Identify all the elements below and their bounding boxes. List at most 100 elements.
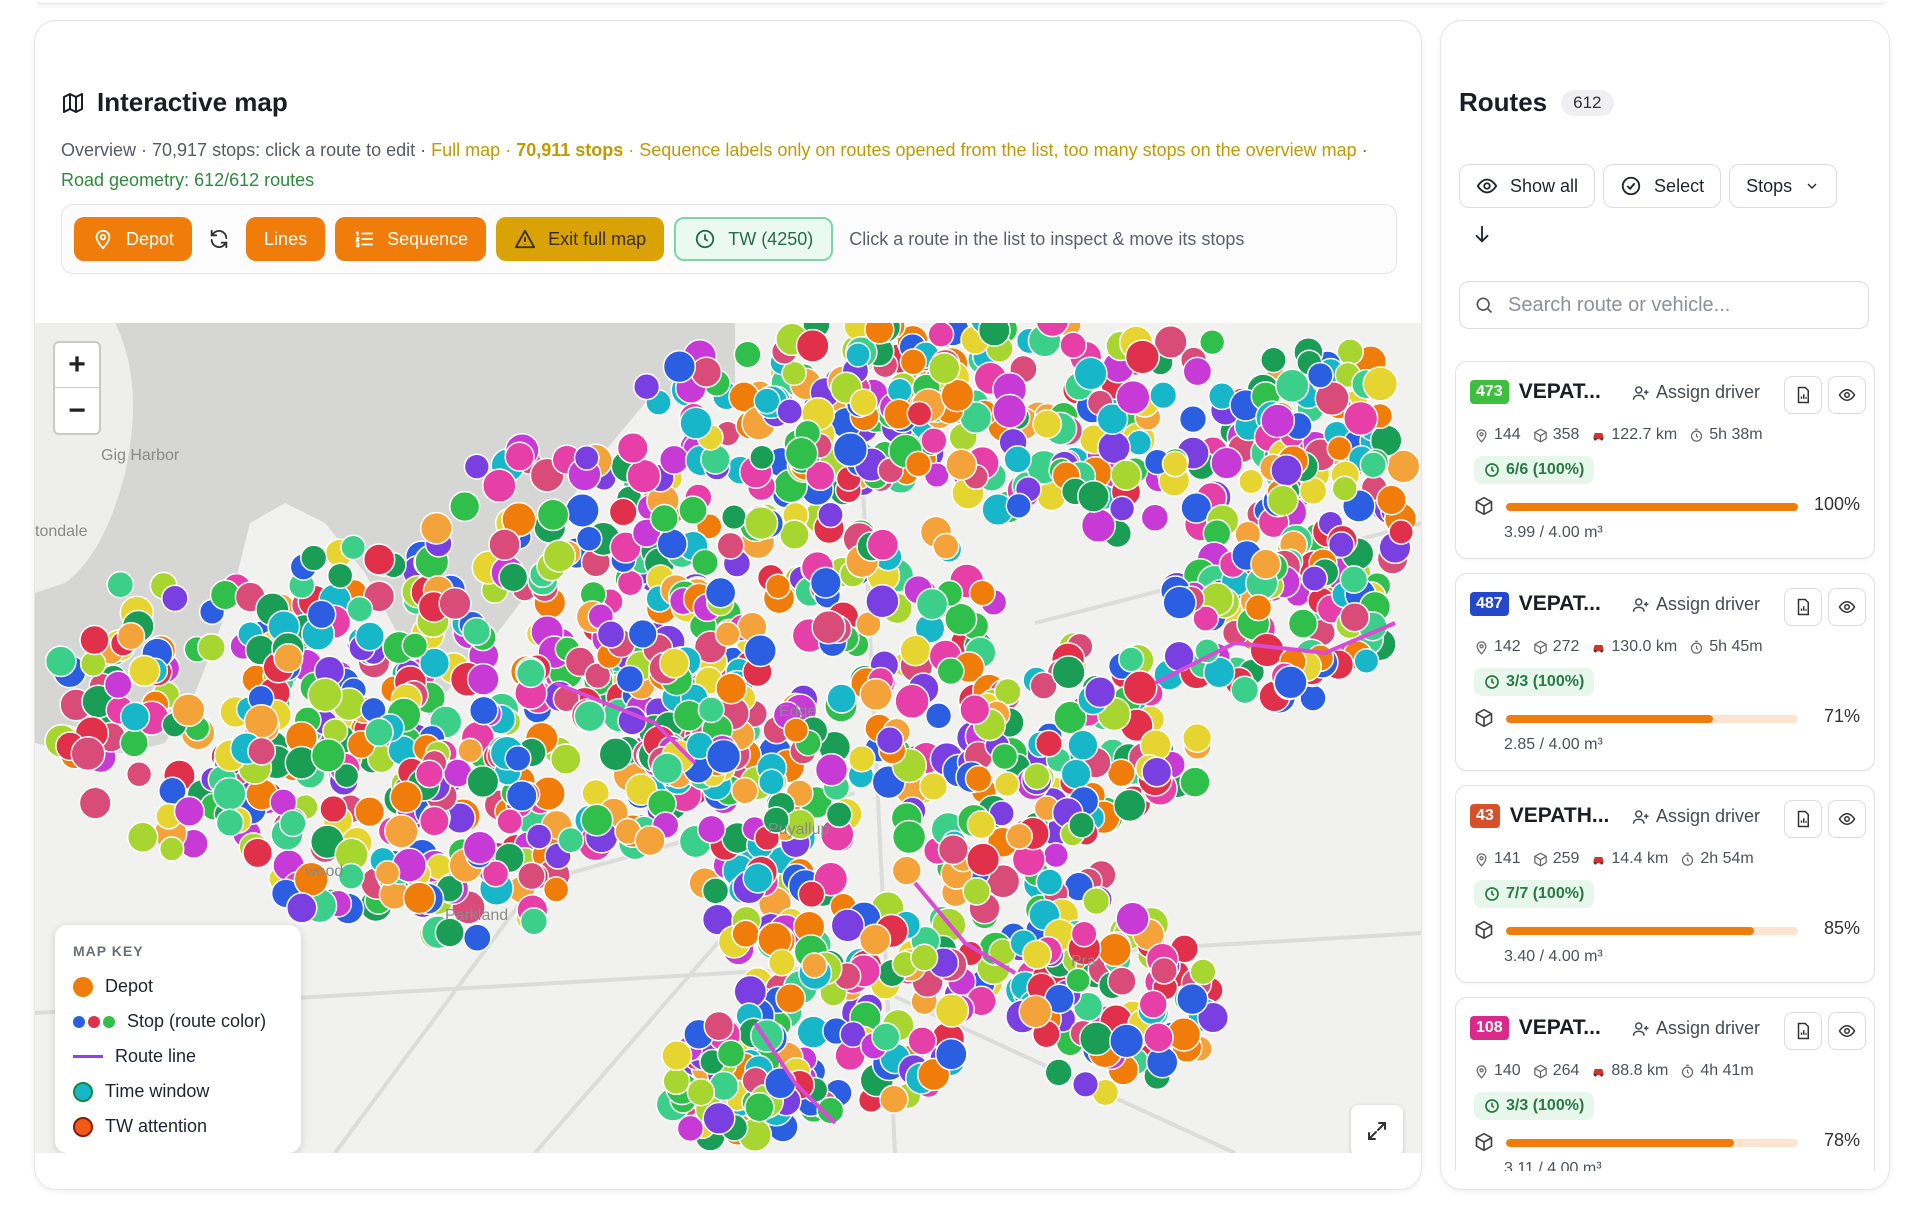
stop-marker[interactable] bbox=[1051, 655, 1086, 690]
stop-marker[interactable] bbox=[286, 892, 318, 924]
stop-marker[interactable] bbox=[758, 768, 785, 796]
stop-marker[interactable] bbox=[662, 1067, 691, 1096]
stop-marker[interactable] bbox=[1343, 400, 1379, 437]
stop-marker[interactable] bbox=[716, 1039, 746, 1068]
stop-marker[interactable] bbox=[992, 393, 1028, 429]
stop-marker[interactable] bbox=[1176, 982, 1209, 1016]
stop-marker[interactable] bbox=[1068, 811, 1096, 839]
stop-marker[interactable] bbox=[1065, 967, 1091, 994]
stop-marker[interactable] bbox=[928, 351, 961, 385]
visibility-button[interactable] bbox=[1828, 588, 1866, 626]
stop-marker[interactable] bbox=[1077, 479, 1110, 513]
stop-marker[interactable] bbox=[765, 573, 792, 600]
stop-marker[interactable] bbox=[634, 824, 666, 857]
stop-marker[interactable] bbox=[826, 683, 857, 714]
stop-marker[interactable] bbox=[1005, 822, 1033, 850]
visibility-button[interactable] bbox=[1828, 376, 1866, 414]
stop-marker[interactable] bbox=[731, 919, 761, 949]
stop-marker[interactable] bbox=[128, 654, 161, 688]
report-button[interactable] bbox=[1784, 588, 1822, 626]
stop-marker[interactable] bbox=[859, 677, 893, 712]
stop-marker[interactable] bbox=[1083, 675, 1117, 709]
stop-marker[interactable] bbox=[720, 504, 748, 531]
stop-marker[interactable] bbox=[1331, 475, 1358, 502]
stop-marker[interactable] bbox=[466, 765, 500, 799]
stop-marker[interactable] bbox=[915, 587, 949, 621]
stop-marker[interactable] bbox=[891, 819, 927, 855]
stop-marker[interactable] bbox=[126, 821, 159, 854]
report-button[interactable] bbox=[1784, 800, 1822, 838]
stop-marker[interactable] bbox=[783, 717, 810, 744]
stop-marker[interactable] bbox=[1005, 492, 1032, 519]
stop-marker[interactable] bbox=[904, 450, 932, 478]
stop-marker[interactable] bbox=[932, 532, 960, 560]
stop-marker[interactable] bbox=[744, 1091, 775, 1123]
stop-marker[interactable] bbox=[817, 501, 844, 529]
stop-marker[interactable] bbox=[70, 736, 106, 772]
stop-marker[interactable] bbox=[1042, 842, 1069, 869]
stop-marker[interactable] bbox=[658, 444, 690, 475]
stop-marker[interactable] bbox=[691, 548, 719, 577]
stop-marker[interactable] bbox=[1124, 339, 1160, 375]
visibility-button[interactable] bbox=[1828, 800, 1866, 838]
stop-marker[interactable] bbox=[814, 753, 849, 787]
stop-marker[interactable] bbox=[1249, 632, 1285, 668]
stop-marker[interactable] bbox=[899, 634, 932, 667]
stop-marker[interactable] bbox=[542, 876, 570, 903]
stop-marker[interactable] bbox=[801, 952, 828, 979]
stop-marker[interactable] bbox=[1071, 1070, 1100, 1098]
stop-marker[interactable] bbox=[1273, 665, 1308, 700]
stop-marker[interactable] bbox=[116, 621, 146, 651]
stop-marker[interactable] bbox=[536, 498, 570, 532]
stop-marker[interactable] bbox=[1260, 346, 1287, 374]
stop-marker[interactable] bbox=[1306, 361, 1334, 389]
stop-marker[interactable] bbox=[1339, 565, 1369, 594]
stop-marker[interactable] bbox=[825, 801, 853, 829]
zoom-in-button[interactable]: + bbox=[55, 343, 99, 388]
stop-marker[interactable] bbox=[1266, 484, 1299, 517]
stop-marker[interactable] bbox=[1189, 958, 1217, 986]
stop-marker[interactable] bbox=[832, 431, 869, 468]
stop-marker[interactable] bbox=[775, 983, 806, 1014]
stop-marker[interactable] bbox=[505, 780, 538, 812]
stop-marker[interactable] bbox=[273, 642, 304, 674]
stop-marker[interactable] bbox=[300, 544, 328, 572]
stop-marker[interactable] bbox=[504, 441, 535, 472]
stop-marker[interactable] bbox=[542, 539, 577, 573]
stop-marker[interactable] bbox=[573, 444, 600, 471]
stop-marker[interactable] bbox=[362, 543, 396, 576]
stop-marker[interactable] bbox=[891, 855, 922, 886]
stop-marker[interactable] bbox=[742, 862, 774, 894]
stop-marker[interactable] bbox=[1362, 366, 1399, 402]
assign-driver-button[interactable]: Assign driver bbox=[1632, 594, 1760, 615]
stop-marker[interactable] bbox=[1138, 989, 1168, 1019]
stop-marker[interactable] bbox=[1140, 503, 1170, 532]
expand-map-button[interactable] bbox=[1351, 1105, 1403, 1153]
stop-marker[interactable] bbox=[616, 431, 649, 465]
route-card[interactable]: 487 VEPAT... Assign driver 142 272 130.0… bbox=[1455, 573, 1875, 771]
stop-marker[interactable] bbox=[247, 736, 277, 766]
refresh-button[interactable] bbox=[202, 217, 236, 261]
stop-marker[interactable] bbox=[697, 696, 725, 724]
stop-marker[interactable] bbox=[945, 448, 978, 481]
stop-marker[interactable] bbox=[749, 444, 775, 471]
stop-marker[interactable] bbox=[596, 619, 626, 649]
stop-marker[interactable] bbox=[598, 737, 633, 772]
stops-dropdown[interactable]: Stops bbox=[1729, 164, 1838, 208]
stop-marker[interactable] bbox=[496, 808, 524, 835]
stop-marker[interactable] bbox=[242, 837, 274, 869]
map-canvas[interactable]: + − Gig Harbor tondale Edge Puyallup woo… bbox=[35, 323, 1421, 1153]
stop-marker[interactable] bbox=[1112, 788, 1147, 823]
stop-marker[interactable] bbox=[944, 602, 978, 636]
stop-marker[interactable] bbox=[649, 503, 680, 534]
stop-marker[interactable] bbox=[918, 771, 949, 801]
stop-marker[interactable] bbox=[1122, 670, 1158, 706]
stop-marker[interactable] bbox=[517, 861, 546, 891]
stop-marker[interactable] bbox=[776, 398, 804, 425]
stop-marker[interactable] bbox=[795, 328, 830, 363]
stop-marker[interactable] bbox=[580, 803, 614, 837]
stop-marker[interactable] bbox=[830, 908, 865, 943]
stop-marker[interactable] bbox=[310, 737, 346, 773]
stop-marker[interactable] bbox=[1108, 495, 1136, 522]
stop-marker[interactable] bbox=[809, 566, 842, 599]
